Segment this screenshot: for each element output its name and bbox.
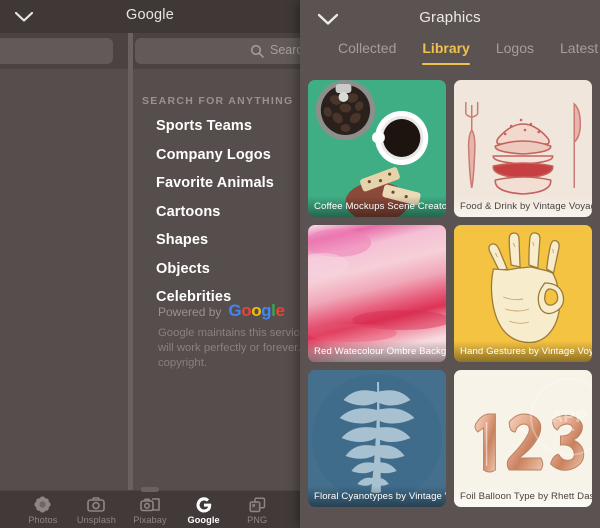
card-caption: Hand Gestures by Vintage Voya... [454,341,592,362]
card-caption: Coffee Mockups Scene Creator... [308,196,446,217]
tab-png-label: PNG [247,515,268,525]
google-search-panel: Google Search SEARCH FOR ANYTHING Sports… [0,0,300,528]
google-wordmark: Google [228,301,285,320]
search-icon [250,44,264,58]
graphic-card[interactable]: Food & Drink by Vintage Voyage [454,80,592,217]
tab-pixabay-label: Pixabay [133,515,167,525]
flower-icon [34,496,51,513]
suggestion-link-cartoons[interactable]: Cartoons [156,204,300,220]
card-caption: Red Watecolour Ombre Backgro... [308,341,446,362]
suggestion-links: Sports Teams Company Logos Favorite Anim… [156,118,300,318]
search-placeholder: Search [270,43,300,57]
graphic-card[interactable]: Floral Cyanotypes by Vintage V... [308,370,446,507]
secondary-search-input[interactable] [0,38,113,64]
suggestion-link-sports-teams[interactable]: Sports Teams [156,118,300,134]
tab-library[interactable]: Library [422,40,471,65]
graphics-tabs: Collected Library Logos Latest [300,40,600,76]
tab-logos[interactable]: Logos [496,40,534,65]
layers-squares-icon [249,496,266,513]
left-panel-body: SEARCH FOR ANYTHING Sports Teams Company… [0,69,300,490]
tab-photos[interactable]: Photos [16,491,70,528]
disclaimer-text: Google maintains this service and w will… [158,327,300,369]
panel-divider [128,33,133,490]
graphics-grid[interactable]: Coffee Mockups Scene Creator... Food & D… [300,80,600,528]
left-search-row: Search [0,33,300,69]
tab-google-label: Google [187,515,220,525]
right-panel-header: Graphics [300,0,600,38]
left-panel-header: Google [0,0,300,33]
tab-google[interactable]: Google [177,491,231,528]
suggestion-link-favorite-animals[interactable]: Favorite Animals [156,175,300,191]
graphic-card[interactable]: Coffee Mockups Scene Creator... [308,80,446,217]
suggestion-link-objects[interactable]: Objects [156,261,300,277]
suggestion-link-shapes[interactable]: Shapes [156,232,300,248]
powered-by-row: Powered by Google [158,301,285,321]
card-caption: Foil Balloon Type by Rhett Dash... [454,486,592,507]
camera-icon [87,496,106,513]
app-screen: Google Search SEARCH FOR ANYTHING Sports… [0,0,600,528]
powered-by-label: Powered by [158,305,222,319]
tab-collected[interactable]: Collected [338,40,396,65]
section-label: SEARCH FOR ANYTHING [142,95,294,107]
right-panel-title: Graphics [419,9,481,26]
tab-pixabay[interactable]: Pixabay [123,491,177,528]
card-caption: Food & Drink by Vintage Voyage [454,196,592,217]
tab-unsplash-label: Unsplash [76,515,116,525]
google-g-icon [196,496,212,513]
drag-handle[interactable] [141,487,159,492]
tab-unsplash[interactable]: Unsplash [70,491,124,528]
graphic-card[interactable]: APP Foil Balloon Type by Rhett Dash... [454,370,592,507]
tab-latest[interactable]: Latest [560,40,598,65]
graphics-panel: Graphics Collected Library Logos Latest [300,0,600,528]
tab-png[interactable]: PNG [230,491,284,528]
tab-photos-label: Photos [28,515,58,525]
source-tabbar: Photos Unsplash Pixabay Google PNG [0,487,300,528]
suggestion-link-company-logos[interactable]: Company Logos [156,147,300,163]
left-panel-title: Google [126,7,174,23]
graphic-card[interactable]: Hand Gestures by Vintage Voya... [454,225,592,362]
card-caption: Floral Cyanotypes by Vintage V... [308,486,446,507]
graphic-card[interactable]: Red Watecolour Ombre Backgro... [308,225,446,362]
camera-photo-icon [140,496,160,513]
search-input[interactable]: Search [135,38,300,64]
